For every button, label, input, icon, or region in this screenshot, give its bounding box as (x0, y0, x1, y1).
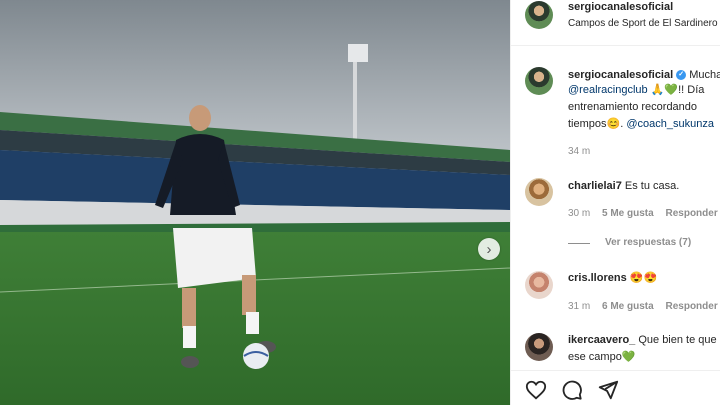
post-header: sergiocanalesoficial Campos de Sport de … (511, 0, 720, 46)
comment-text: 😍😍 (629, 272, 658, 284)
comment-body: cris.llorens 😍😍 (568, 270, 657, 287)
caption-author-line: sergiocanalesoficial ✓ Mucha (568, 69, 720, 81)
commenter-avatar[interactable] (525, 271, 553, 299)
comment-button[interactable] (561, 379, 583, 401)
view-replies-button[interactable]: Ver respuestas (7) (605, 237, 691, 248)
caption-mention-coach[interactable]: @coach_sukunza (626, 118, 714, 130)
comment-body: charlielai7 Es tu casa. (568, 178, 679, 195)
like-button[interactable] (525, 379, 547, 401)
caption-text-line4: tiempos😊. (568, 118, 624, 130)
caption-time[interactable]: 34 m (568, 146, 590, 157)
post-photo: › (0, 0, 510, 405)
caption-author-username[interactable]: sergiocanalesoficial (568, 69, 673, 81)
comment-text-line2: ese campo💚 (568, 351, 636, 363)
comment-meta: 31 m 6 Me gusta Responder (568, 301, 718, 312)
post-actions-bar (511, 370, 720, 405)
commenter-username[interactable]: ikercaavero_ (568, 334, 635, 346)
comment-body: ikercaavero_ Que bien te que (568, 332, 717, 349)
comment-time[interactable]: 31 m (568, 301, 590, 312)
caption-line2: @realracingclub 🙏💚!! Día (568, 82, 704, 99)
caption-text-line1: Mucha (689, 69, 720, 81)
comment-likes[interactable]: 6 Me gusta (602, 301, 654, 312)
post-location[interactable]: Campos de Sport de El Sardinero (568, 18, 718, 29)
stadium-image (0, 0, 510, 405)
verified-badge-icon: ✓ (676, 70, 687, 81)
comment-meta: 30 m 5 Me gusta Responder (568, 208, 718, 219)
comment-time[interactable]: 30 m (568, 208, 590, 219)
post-side-panel: sergiocanalesoficial Campos de Sport de … (510, 0, 720, 405)
commenter-avatar[interactable] (525, 333, 553, 361)
caption-line4: tiempos😊. @coach_sukunza (568, 116, 714, 133)
heart-icon (525, 380, 547, 400)
comment-text: Que bien te que (638, 334, 717, 346)
chevron-right-icon: › (486, 240, 492, 258)
caption-line3: entrenamiento recordando (568, 101, 698, 113)
replies-divider (568, 243, 590, 244)
comment-icon (562, 380, 582, 400)
caption-author-avatar[interactable] (525, 67, 553, 95)
caption-mention-realracingclub[interactable]: @realracingclub (568, 84, 648, 96)
commenter-username[interactable]: charlielai7 (568, 180, 622, 192)
comment-text: Es tu casa. (624, 180, 680, 192)
reply-button[interactable]: Responder (665, 208, 717, 219)
caption-emojis: 🙏💚 (650, 84, 679, 96)
commenter-username[interactable]: cris.llorens (568, 272, 627, 284)
commenter-avatar[interactable] (525, 178, 553, 206)
comment-likes[interactable]: 5 Me gusta (602, 208, 654, 219)
next-photo-button[interactable]: › (478, 238, 500, 260)
reply-button[interactable]: Responder (665, 301, 717, 312)
caption-text-line2: !! Día (678, 84, 705, 96)
send-icon (598, 380, 619, 400)
share-button[interactable] (597, 379, 619, 401)
author-avatar[interactable] (525, 1, 553, 29)
author-username[interactable]: sergiocanalesoficial (568, 1, 673, 13)
author-username-text[interactable]: sergiocanalesoficial (568, 1, 673, 13)
